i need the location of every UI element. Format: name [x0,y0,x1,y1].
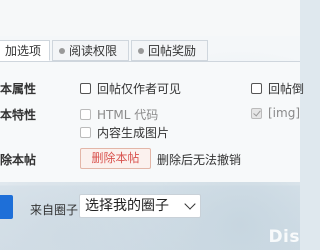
circle-select-value: 选择我的圈子 [85,198,169,214]
reply-author-only-checkbox[interactable] [80,83,91,94]
tab-reply-reward[interactable]: 回帖奖励 [131,40,208,61]
post-features-label: 本特性 [0,108,37,122]
reply-reverse-label: 回帖倒 [268,82,305,96]
circle-select[interactable]: 选择我的圈子 [79,194,201,218]
auto-image-option[interactable]: 内容生成图片 [80,124,169,141]
html-code-checkbox[interactable] [80,109,91,120]
img-tag-checkbox[interactable] [251,107,262,119]
delete-warning-text: 删除后无法撤销 [157,153,242,167]
reply-reverse-option[interactable]: 回帖倒 [251,80,304,97]
reply-author-only-label: 回帖仅作者可见 [97,82,182,96]
chevron-down-icon [184,198,196,210]
delete-post-label: 除本帖 [0,153,37,167]
tab-read-permission[interactable]: 阅读权限 [52,40,129,61]
auto-image-label: 内容生成图片 [97,126,170,140]
img-tag-label: [img] [268,106,301,120]
delete-post-button[interactable]: 删除本帖 [80,148,151,169]
reply-author-only-option[interactable]: 回帖仅作者可见 [80,80,181,97]
tab-label: 阅读权限 [69,44,118,58]
submit-button[interactable] [0,195,13,219]
img-tag-option[interactable]: [img] [251,106,300,120]
tab-additional-options[interactable]: 加选项 [0,40,50,61]
tab-label: 回帖奖励 [148,44,197,58]
watermark-logo: Dis [268,227,300,247]
top-area [0,0,300,36]
html-code-label: HTML 代码 [97,108,159,122]
bullet-icon [59,48,65,54]
basic-properties-label: 本属性 [0,82,37,96]
circle-label: 来自圈子: [30,203,83,217]
reply-reverse-checkbox[interactable] [251,83,262,94]
auto-image-checkbox[interactable] [80,127,91,138]
html-code-option[interactable]: HTML 代码 [80,106,158,123]
tab-label: 加选项 [5,44,42,58]
bullet-icon [138,48,144,54]
